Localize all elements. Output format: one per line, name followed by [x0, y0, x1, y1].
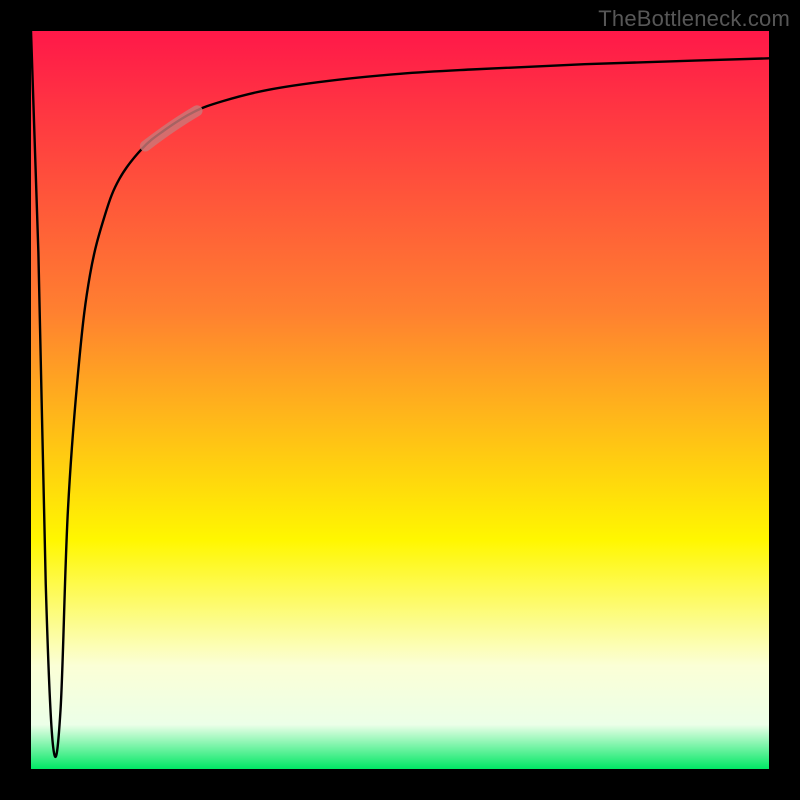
watermark-text: TheBottleneck.com — [598, 6, 790, 32]
fit-curve — [31, 31, 769, 769]
plot-area — [31, 31, 769, 769]
chart-frame: TheBottleneck.com — [0, 0, 800, 800]
